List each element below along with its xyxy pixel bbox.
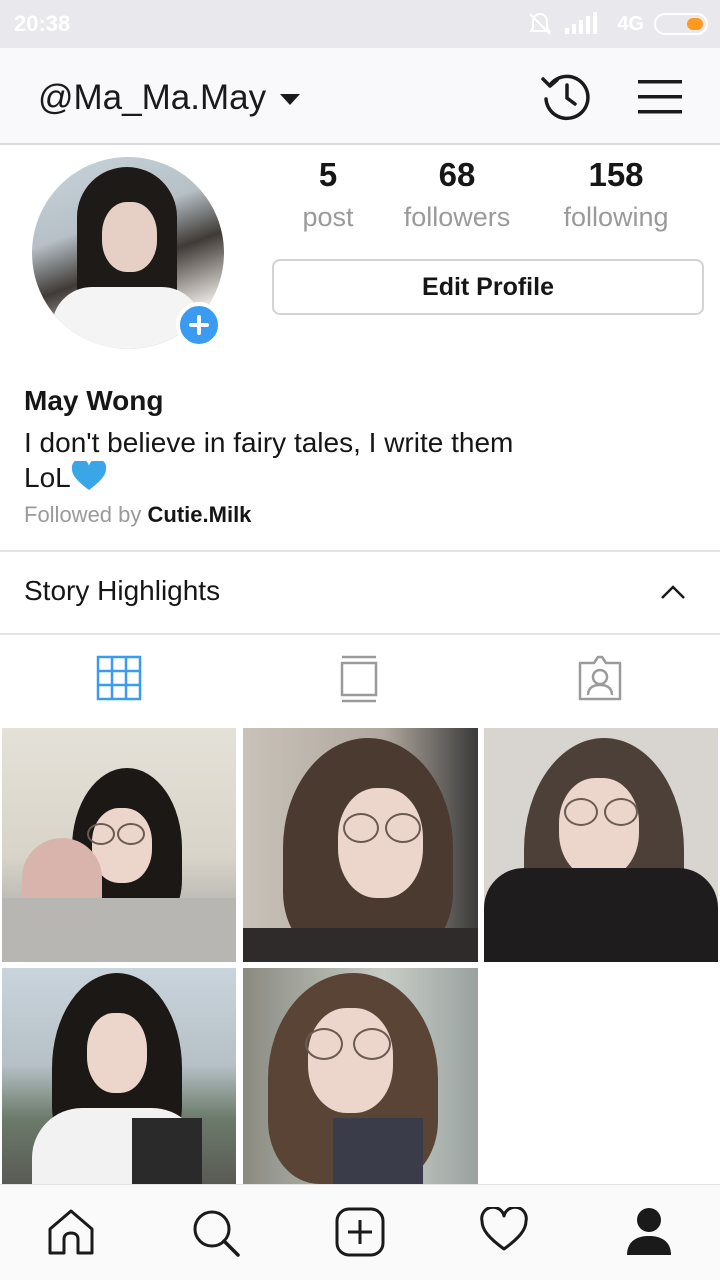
- followed-by[interactable]: Followed by Cutie.Milk: [24, 502, 251, 528]
- username-label: @Ma_Ma.May: [38, 78, 267, 117]
- bio-line-2: LoL: [24, 462, 71, 493]
- grid-photo[interactable]: [2, 728, 236, 962]
- bottom-navigation: [0, 1184, 720, 1280]
- caret-down-icon: [280, 93, 301, 105]
- stat-followers[interactable]: 68 followers: [382, 155, 532, 239]
- stat-following[interactable]: 158 following: [541, 155, 691, 239]
- followed-by-prefix: Followed by: [24, 502, 148, 527]
- grid-photo[interactable]: [243, 728, 478, 962]
- new-post-icon[interactable]: [335, 1207, 385, 1257]
- home-icon[interactable]: [46, 1207, 96, 1257]
- tagged-icon[interactable]: [576, 655, 624, 701]
- status-bar: 20:38 4G: [0, 0, 720, 48]
- menu-icon[interactable]: [638, 78, 682, 116]
- bio: I don't believe in fairy tales, I write …: [24, 425, 513, 495]
- network-type: 4G: [617, 12, 644, 35]
- story-highlights-title[interactable]: Story Highlights: [24, 575, 220, 607]
- profile-icon[interactable]: [625, 1207, 673, 1257]
- bell-off-icon: [529, 12, 552, 35]
- followers-label: followers: [403, 202, 511, 232]
- archive-history-icon[interactable]: [540, 71, 594, 123]
- signal-icon: [565, 12, 598, 34]
- chevron-up-icon[interactable]: [660, 584, 686, 600]
- divider: [0, 633, 720, 635]
- battery-icon: [654, 13, 708, 35]
- status-time: 20:38: [14, 11, 71, 36]
- edit-profile-button[interactable]: Edit Profile: [272, 259, 704, 315]
- divider: [0, 550, 720, 552]
- following-count: 158: [588, 156, 644, 193]
- following-label: following: [563, 202, 669, 232]
- status-icons: 4G: [527, 10, 708, 38]
- grid-photo[interactable]: [484, 728, 718, 962]
- profile-header: @Ma_Ma.May: [0, 48, 720, 145]
- stat-posts[interactable]: 5 post: [253, 155, 403, 239]
- followers-count: 68: [438, 156, 476, 193]
- posts-count: 5: [318, 156, 338, 193]
- search-icon[interactable]: [190, 1207, 242, 1259]
- followed-by-user[interactable]: Cutie.Milk: [148, 502, 252, 527]
- full-name: May Wong: [24, 385, 164, 416]
- grid-icon[interactable]: [96, 655, 142, 701]
- feed-icon[interactable]: [339, 655, 379, 703]
- account-switcher[interactable]: @Ma_Ma.May: [38, 78, 301, 118]
- add-story-icon[interactable]: [176, 302, 222, 348]
- heart-activity-icon[interactable]: [479, 1207, 529, 1253]
- bio-line-1: I don't believe in fairy tales, I write …: [24, 427, 514, 458]
- blue-heart-icon: [71, 461, 106, 490]
- posts-label: post: [302, 202, 354, 232]
- grid-photo[interactable]: [243, 968, 478, 1184]
- grid-photo[interactable]: [2, 968, 236, 1184]
